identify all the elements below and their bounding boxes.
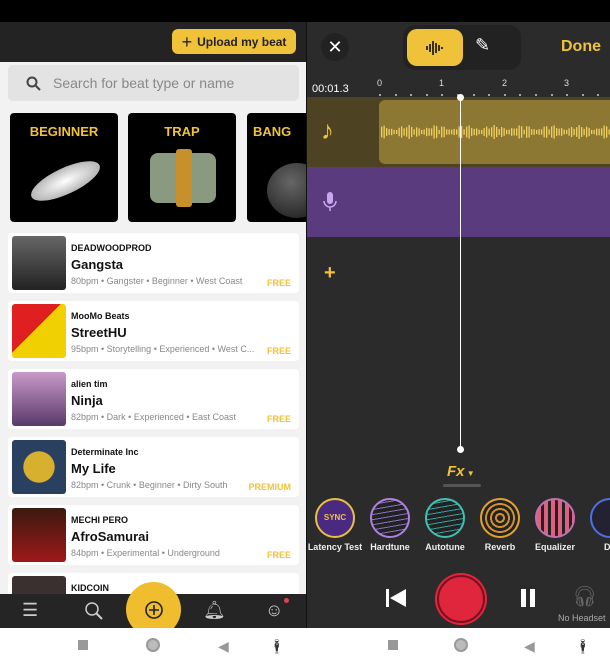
- equalizer-icon: [535, 498, 575, 538]
- search-icon[interactable]: [84, 601, 104, 621]
- category-beginner[interactable]: BEGINNER: [10, 113, 118, 222]
- drag-handle[interactable]: [443, 484, 481, 487]
- beat-list-item[interactable]: Determinate Inc My Life 82bpm • Crunk • Be…: [8, 437, 299, 497]
- ruler-dot: [519, 94, 522, 96]
- beat-list-item[interactable]: MECHI PERO AfroSamurai 84bpm • Experimenta…: [8, 505, 299, 565]
- fx-dropdown[interactable]: Fx ▼: [447, 463, 475, 480]
- recording-studio-panel: ✕ ✎ Done 00:01.3 0 1 2 3 ♪ + Fx ▼ SYNC La…: [307, 22, 610, 628]
- search-input[interactable]: Search for beat type or name: [8, 65, 299, 101]
- waveform-icon: [426, 40, 443, 55]
- beat-thumbnail: [12, 508, 66, 562]
- ruler-dot: [503, 94, 506, 96]
- beat-thumbnail: [12, 304, 66, 358]
- beat-list-item[interactable]: MooMo Beats StreetHU 95bpm • Storytelling …: [8, 301, 299, 361]
- back-button[interactable]: ◀: [218, 638, 229, 655]
- headset-status: No Headset: [558, 613, 606, 623]
- android-nav-bar: ◀ 🕴︎ ◀ 🕴︎: [0, 628, 610, 666]
- search-icon: [26, 76, 41, 91]
- time-readout: 00:01.3: [312, 83, 349, 95]
- effect-reverb[interactable]: Reverb: [470, 498, 530, 552]
- recents-button[interactable]: [78, 640, 88, 650]
- close-button[interactable]: ✕: [321, 33, 349, 61]
- microphone-icon: [590, 498, 610, 538]
- accessibility-button[interactable]: 🕴︎: [574, 638, 592, 655]
- ruler-tick: 2: [502, 78, 508, 88]
- profile-icon[interactable]: ☺: [265, 600, 283, 621]
- ruler-tick: 0: [377, 78, 383, 88]
- beat-library-panel: + Upload my beat Search for beat type or …: [0, 22, 307, 628]
- beat-track[interactable]: ♪: [307, 97, 610, 167]
- create-button[interactable]: [126, 582, 181, 628]
- header: + Upload my beat: [0, 22, 307, 62]
- effect-latency-test[interactable]: SYNC Latency Test: [307, 498, 365, 552]
- hardtune-icon: [370, 498, 410, 538]
- beat-clip[interactable]: [379, 100, 610, 164]
- feather-image: [26, 153, 105, 209]
- mode-toggle: ✎: [403, 25, 521, 70]
- microphone-icon: [323, 192, 337, 211]
- ruler-dot: [550, 94, 553, 96]
- ruler-dot: [488, 94, 491, 96]
- effect-hardtune[interactable]: Hardtune: [360, 498, 420, 552]
- close-icon: ✕: [327, 36, 343, 57]
- effect-duet[interactable]: Du: [580, 498, 610, 552]
- skip-back-button[interactable]: [385, 588, 407, 608]
- plus-icon: +: [181, 31, 193, 52]
- ruler-dot: [394, 94, 397, 96]
- pencil-icon[interactable]: ✎: [475, 35, 490, 56]
- ruler-dot: [379, 94, 381, 96]
- done-button[interactable]: Done: [561, 38, 601, 56]
- beat-thumbnail: [12, 372, 66, 426]
- playhead[interactable]: [457, 94, 464, 453]
- vocal-track[interactable]: [307, 167, 610, 237]
- add-track-button[interactable]: +: [324, 262, 336, 285]
- ruler-dot: [425, 94, 428, 96]
- recents-button[interactable]: [388, 640, 398, 650]
- ruler-dot: [441, 94, 444, 96]
- home-button[interactable]: [146, 638, 160, 652]
- headphones-icon: 🎧︎: [572, 586, 598, 608]
- effect-equalizer[interactable]: Equalizer: [525, 498, 585, 552]
- ruler-dot: [581, 94, 584, 96]
- ruler-dot: [597, 94, 600, 96]
- caret-down-icon: ▼: [464, 469, 475, 478]
- ruler-dot: [535, 94, 537, 96]
- record-button[interactable]: [437, 575, 485, 623]
- home-button[interactable]: [454, 638, 468, 652]
- pause-button[interactable]: [520, 588, 536, 608]
- waveform-mode-button[interactable]: [407, 29, 463, 66]
- beat-thumbnail: [12, 236, 66, 290]
- category-bang[interactable]: BANG: [247, 113, 307, 222]
- accessibility-button[interactable]: 🕴︎: [268, 638, 286, 655]
- menu-icon[interactable]: ☰: [22, 600, 38, 621]
- upload-beat-button[interactable]: + Upload my beat: [172, 29, 296, 54]
- reverb-icon: [480, 498, 520, 538]
- ruler-dot: [410, 94, 413, 96]
- beat-thumbnail: [12, 440, 66, 494]
- add-circle-icon: [144, 600, 163, 619]
- bomb-image: [267, 163, 307, 218]
- beat-list-item[interactable]: DEADWOODPROD Gangsta 80bpm • Gangster • Be…: [8, 233, 299, 293]
- ruler-dot: [472, 94, 475, 96]
- bell-icon[interactable]: 🔔︎: [203, 600, 226, 621]
- playhead-handle: [457, 94, 464, 101]
- ruler-tick: 1: [439, 78, 445, 88]
- waveform: [381, 125, 610, 139]
- status-bar: [0, 0, 610, 22]
- category-trap[interactable]: TRAP: [128, 113, 236, 222]
- playhead-handle[interactable]: [457, 446, 464, 453]
- back-button[interactable]: ◀: [524, 638, 535, 655]
- chain-image: [176, 149, 192, 207]
- music-note-icon: ♪: [321, 115, 334, 145]
- sync-icon: SYNC: [315, 498, 355, 538]
- notification-dot: [284, 598, 289, 603]
- effect-autotune[interactable]: Autotune: [415, 498, 475, 552]
- beat-list-item[interactable]: alien tim Ninja 82bpm • Dark • Experienced…: [8, 369, 299, 429]
- autotune-icon: [425, 498, 465, 538]
- ruler-tick: 3: [564, 78, 570, 88]
- ruler-dot: [566, 94, 569, 96]
